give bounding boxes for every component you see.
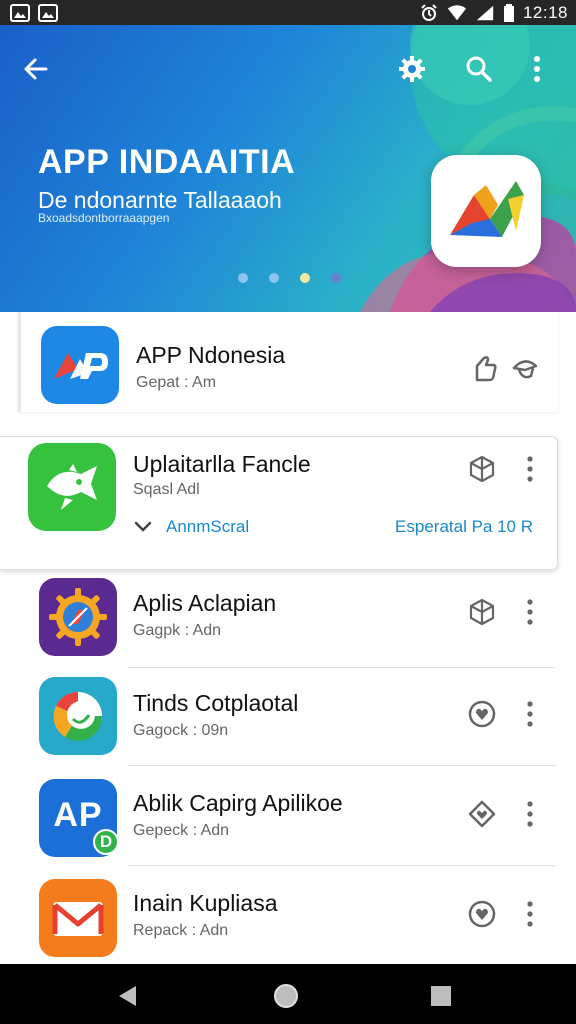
featured-app-icon[interactable] [431,155,541,267]
carousel-dot[interactable] [238,273,248,283]
app-list: APP Ndonesia Gepat : Am Uplaitarlla Fanc… [0,312,576,964]
hand-icon[interactable] [469,352,501,384]
home-circle-icon[interactable] [268,978,304,1014]
cube-icon[interactable] [466,453,498,485]
ap-text-icon: AP D [39,779,119,857]
hero-toolbar [0,47,576,91]
wifi-icon [447,4,467,22]
ap-logo-icon [41,326,119,404]
ap-icon-badge: D [93,829,119,855]
alarm-icon [419,3,439,22]
carousel-dot[interactable] [331,273,341,283]
expand-left-label: AnnmScral [166,517,250,536]
image-icon [10,3,30,22]
carousel-dot[interactable] [269,273,279,283]
more-vert-icon[interactable] [518,798,542,830]
app-subtitle: Gagock : 09n [133,722,229,739]
list-item[interactable]: AP D Ablik Capirg Apilikoe Gepeck : Adn [0,766,576,866]
recents-square-icon[interactable] [423,978,459,1014]
app-subtitle: Gepat : Am [136,374,217,391]
carousel-dot-active[interactable] [300,273,310,283]
app-name: Tinds Cotplaotal [133,690,299,716]
circle-logo-icon [39,677,117,755]
signal-icon [475,4,495,22]
heart-icon[interactable] [466,698,498,730]
more-vert-icon[interactable] [518,698,542,730]
ap-logo-icon [450,181,524,237]
ap-icon-text: AP [53,795,103,834]
tag-icon[interactable] [466,798,498,830]
mail-icon [39,879,117,957]
hat-icon[interactable] [509,352,541,384]
heart-icon[interactable] [466,898,498,930]
more-vert-icon[interactable] [518,453,542,485]
expand-right-link[interactable]: Esperatal Pa 10 R [395,517,533,537]
more-vert-icon[interactable] [518,596,542,628]
cube-icon[interactable] [466,596,498,628]
app-name: APP Ndonesia [136,342,286,368]
list-item[interactable]: Aplis Aclapian Gagpk : Adn [0,568,576,668]
app-subtitle: Sqasl Adl [133,481,200,498]
status-left [10,3,58,22]
carousel-dots [238,273,341,283]
status-time: 12:18 [522,2,568,22]
hero-caption: Bxoadsdontborraaapgen [38,211,170,225]
image-icon [38,3,58,22]
expand-toggle[interactable]: AnnmScral [134,517,249,537]
list-item[interactable]: Tinds Cotplaotal Gagock : 09n [0,666,576,766]
more-vert-icon[interactable] [518,898,542,930]
list-item[interactable]: APP Ndonesia Gepat : Am [18,312,558,412]
hero-title: APP INDAAITIA [38,143,296,181]
list-item[interactable]: Inain Kupliasa Repack : Adn [0,866,576,964]
app-subtitle: Repack : Adn [133,922,229,939]
app-subtitle: Gepeck : Adn [133,822,230,839]
fish-chat-icon [28,443,116,531]
search-icon[interactable] [457,47,501,91]
system-nav-bar [0,964,576,1024]
hero-subtitle: De ndonarnte Tallaaaoh [38,187,282,213]
status-bar: 12:18 [0,0,576,25]
app-subtitle: Gagpk : Adn [133,622,222,639]
status-right: 12:18 [419,3,568,23]
app-name: Inain Kupliasa [133,890,278,916]
more-vert-icon[interactable] [515,47,559,91]
battery-icon [503,3,515,22]
gear-icon[interactable] [390,47,434,91]
list-item-expanded[interactable]: Uplaitarlla Fancle Sqasl Adl AnnmScral E… [0,436,558,570]
app-name: Aplis Aclapian [133,590,277,616]
compass-icon [39,578,117,656]
app-name: Ablik Capirg Apilikoe [133,790,343,816]
screen: 12:18 APP INDAAITIA De ndonarnte Tallaaa… [0,0,576,1024]
back-arrow-icon[interactable] [14,47,58,91]
app-name: Uplaitarlla Fancle [133,451,311,477]
hero-banner[interactable]: APP INDAAITIA De ndonarnte Tallaaaoh Bxo… [0,25,576,312]
chevron-down-icon [134,521,152,532]
back-triangle-icon[interactable] [110,978,146,1014]
